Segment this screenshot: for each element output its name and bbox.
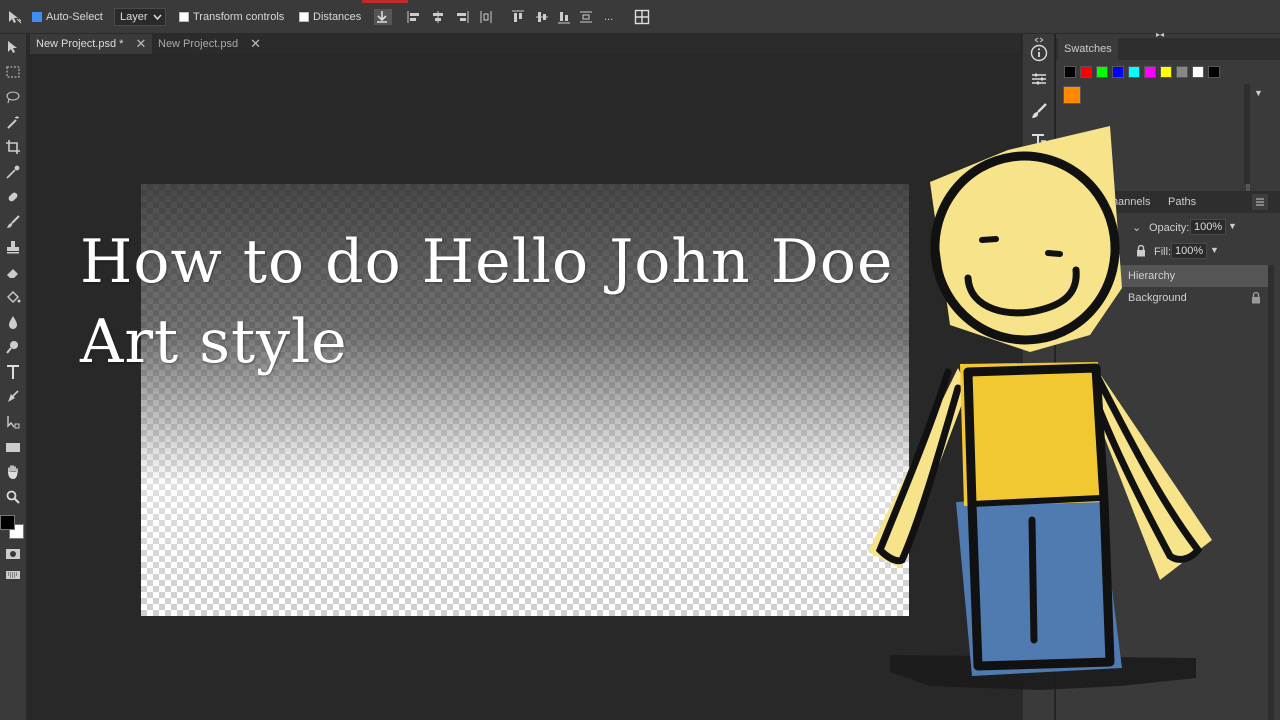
title-line-1: How to do Hello John Doe [80, 227, 894, 297]
options-bar: Auto-Select Layer Transform controls Dis… [0, 0, 1280, 34]
align-left-icon[interactable] [406, 9, 422, 25]
swatch-color[interactable] [1080, 66, 1092, 78]
download-icon[interactable] [374, 9, 392, 25]
swatch-color[interactable] [1096, 66, 1108, 78]
align-right-icon[interactable] [454, 9, 470, 25]
collapse-arrows-icon[interactable]: ▸◂ [1156, 30, 1164, 39]
tab-label: New Project.psd * [36, 38, 124, 50]
auto-select-checkbox[interactable]: Auto-Select [32, 8, 103, 26]
paint-bucket-icon[interactable] [4, 288, 22, 306]
blur-tool-icon[interactable] [4, 313, 22, 331]
lasso-tool-icon[interactable] [4, 88, 22, 106]
path-select-icon[interactable] [4, 413, 22, 431]
align-top-icon[interactable] [510, 9, 526, 25]
keyboard-icon[interactable] [4, 566, 22, 584]
zoom-tool-icon[interactable] [4, 488, 22, 506]
check-icon [32, 12, 42, 22]
layer-select-value: Layer [120, 11, 148, 23]
swatch-color[interactable] [1192, 66, 1204, 78]
distribute-horizontal-icon[interactable] [478, 9, 494, 25]
foreground-color-swatch[interactable] [0, 515, 15, 530]
title-line-2: Art style [80, 307, 348, 377]
info-icon[interactable] [1030, 44, 1048, 62]
shirt [960, 362, 1106, 506]
clone-stamp-icon[interactable] [4, 238, 22, 256]
leg-divider [1028, 516, 1038, 644]
type-tool-icon[interactable] [4, 363, 22, 381]
marquee-tool-icon[interactable] [4, 63, 22, 81]
swatches-menu-icon[interactable]: ▼ [1254, 88, 1263, 98]
document-tab-bar: New Project.psd * ✕ New Project.psd ✕ [28, 34, 1020, 54]
quick-mask-icon[interactable] [4, 545, 22, 563]
swatches-panel-header: Swatches [1056, 38, 1280, 60]
brush-settings-icon[interactable] [1030, 102, 1048, 120]
align-middle-icon[interactable] [534, 9, 550, 25]
tab-new-project[interactable]: New Project.psd ✕ [152, 34, 267, 54]
healing-brush-icon[interactable] [4, 188, 22, 206]
cartoon-character-illustration [868, 126, 1212, 690]
layer-lock-icon [1251, 291, 1261, 304]
swatch-color[interactable] [1112, 66, 1124, 78]
tab-label: New Project.psd [158, 38, 239, 50]
distances-label: Distances [313, 11, 362, 23]
swatch-color[interactable] [1144, 66, 1156, 78]
adjustments-icon[interactable] [1030, 70, 1048, 88]
eyedropper-icon[interactable] [4, 163, 22, 181]
distances-checkbox[interactable]: Distances [299, 8, 361, 26]
align-center-icon[interactable] [430, 9, 446, 25]
auto-select-label: Auto-Select [46, 11, 103, 23]
rectangle-tool-icon[interactable] [4, 438, 22, 456]
layers-scrollbar[interactable] [1268, 265, 1274, 720]
collapse-arrows-icon[interactable] [1030, 31, 1048, 43]
pen-tool-icon[interactable] [4, 388, 22, 406]
opacity-dropdown-icon[interactable]: ▼ [1228, 221, 1237, 231]
hand-tool-icon[interactable] [4, 463, 22, 481]
checkbox-box [299, 12, 309, 22]
panel-menu-icon[interactable] [1252, 194, 1268, 210]
swatch-color[interactable] [1208, 66, 1220, 78]
dodge-tool-icon[interactable] [4, 338, 22, 356]
magic-wand-icon[interactable] [4, 113, 22, 131]
swatch-color[interactable] [1128, 66, 1140, 78]
right-eye [1045, 250, 1063, 257]
recording-indicator [362, 0, 408, 3]
close-icon[interactable]: ✕ [250, 36, 261, 52]
swatch-color[interactable] [1160, 66, 1172, 78]
crop-tool-icon[interactable] [4, 138, 22, 156]
tab-swatches[interactable]: Swatches [1058, 38, 1118, 60]
checkbox-box [179, 12, 189, 22]
thumbnail-title: How to do Hello John Doe Art style [80, 222, 893, 382]
swatches-scrollbar[interactable] [1244, 84, 1250, 184]
tab-new-project-modified[interactable]: New Project.psd * ✕ [30, 34, 153, 54]
eraser-icon[interactable] [4, 263, 22, 281]
swatch-custom-color[interactable] [1063, 86, 1081, 104]
move-tool-icon[interactable] [6, 9, 22, 25]
more-options[interactable]: ... [604, 8, 613, 26]
grid-icon[interactable] [634, 9, 650, 25]
left-eye [979, 236, 999, 243]
brush-tool-icon[interactable] [4, 213, 22, 231]
tool-palette [0, 34, 27, 720]
swatch-color[interactable] [1064, 66, 1076, 78]
swatches-tab-label: Swatches [1064, 43, 1112, 55]
move-tool-icon[interactable] [4, 38, 22, 56]
layer-select-dropdown[interactable]: Layer [114, 8, 166, 26]
transform-controls-label: Transform controls [193, 11, 285, 23]
align-bottom-icon[interactable] [556, 9, 572, 25]
transform-controls-checkbox[interactable]: Transform controls [179, 8, 284, 26]
chevron-down-icon [153, 14, 162, 20]
distribute-vertical-icon[interactable] [578, 9, 594, 25]
swatch-color[interactable] [1176, 66, 1188, 78]
close-icon[interactable]: ✕ [135, 36, 146, 52]
